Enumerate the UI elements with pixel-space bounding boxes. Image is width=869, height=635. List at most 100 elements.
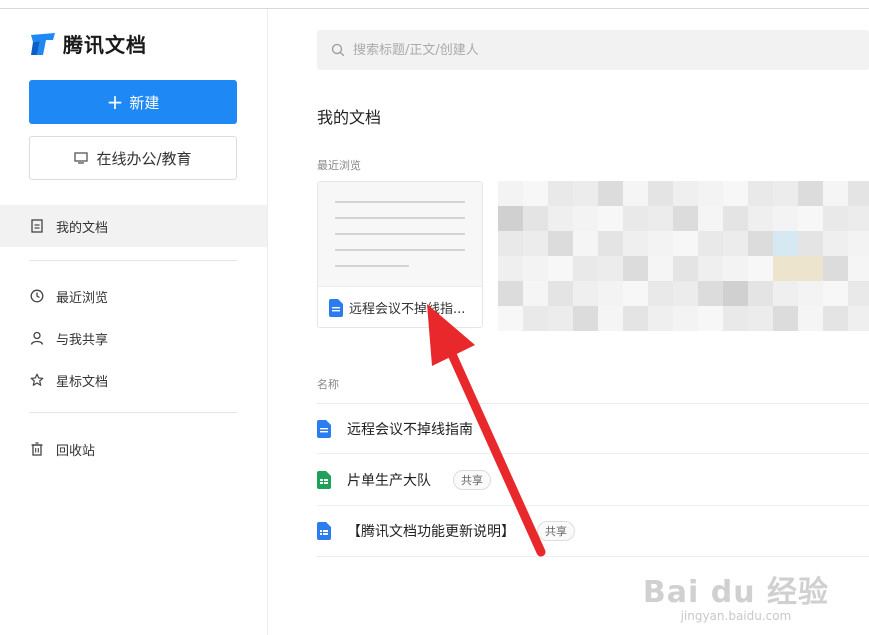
sidebar-item-my-docs[interactable]: 我的文档 [0, 205, 267, 247]
mosaic-tile [698, 306, 723, 331]
user-icon [30, 331, 44, 345]
monitor-icon [74, 152, 89, 164]
mosaic-tile [773, 181, 798, 206]
mosaic-tile [648, 181, 673, 206]
search-icon [331, 43, 345, 57]
search-bar[interactable] [317, 30, 869, 70]
mosaic-tile [498, 281, 523, 306]
shared-badge: 共享 [453, 470, 491, 490]
mosaic-tile [623, 206, 648, 231]
mosaic-tile [648, 306, 673, 331]
tencent-docs-logo-icon [31, 32, 55, 55]
sidebar-item-label: 最近浏览 [56, 290, 109, 306]
mosaic-tile [523, 306, 548, 331]
mosaic-tile [823, 256, 848, 281]
thumbnail-line [335, 265, 409, 267]
new-button-label: 新建 [129, 93, 160, 112]
mosaic-tile [748, 231, 773, 256]
star-icon [30, 373, 44, 386]
mosaic-tile [498, 181, 523, 206]
sidebar-item-recent[interactable]: 最近浏览 [0, 275, 267, 317]
baidu-jingyan-watermark: Bai du 经验 jingyan.baidu.com [643, 567, 829, 623]
sidebar-item-shared[interactable]: 与我共享 [0, 317, 267, 359]
mosaic-tile [573, 306, 598, 331]
mosaic-tile [698, 206, 723, 231]
mosaic-tile [548, 206, 573, 231]
document-icon [31, 219, 43, 233]
mosaic-tile [823, 206, 848, 231]
mosaic-tile [723, 206, 748, 231]
mosaic-tile [698, 231, 723, 256]
sidebar-item-starred[interactable]: 星标文档 [0, 359, 267, 401]
mosaic-tile [748, 181, 773, 206]
sidebar-item-label: 我的文档 [56, 220, 109, 236]
mosaic-tile [673, 281, 698, 306]
mosaic-tile [648, 231, 673, 256]
mosaic-tile [823, 306, 848, 331]
mosaic-tile [673, 306, 698, 331]
doc-name[interactable]: 【腾讯文档功能更新说明】 [347, 521, 515, 541]
doc-list-row[interactable]: 远程会议不掉线指南 [317, 403, 869, 454]
watermark-url: jingyan.baidu.com [680, 609, 792, 623]
sheet-file-icon [317, 471, 331, 489]
mosaic-tile [498, 206, 523, 231]
mosaic-tile [773, 231, 798, 256]
sidebar-item-label: 与我共享 [56, 332, 109, 348]
mosaic-tile [748, 256, 773, 281]
search-input[interactable] [353, 42, 753, 58]
mosaic-tile [598, 306, 623, 331]
mosaic-tile [573, 281, 598, 306]
form-file-icon [317, 522, 331, 540]
mosaic-tile [573, 231, 598, 256]
list-header-name[interactable]: 名称 [317, 376, 339, 392]
mosaic-tile [798, 306, 823, 331]
doc-list-row[interactable]: 【腾讯文档功能更新说明】 共享 [317, 506, 869, 557]
mosaic-tile [648, 206, 673, 231]
thumbnail-line [335, 217, 465, 219]
mosaic-tile [598, 181, 623, 206]
doc-thumbnail [318, 182, 482, 286]
online-office-button[interactable]: 在线办公/教育 [29, 136, 237, 180]
mosaic-tile [573, 181, 598, 206]
mosaic-tile [548, 231, 573, 256]
mosaic-tile [523, 181, 548, 206]
sidebar-item-trash[interactable]: 回收站 [0, 428, 267, 470]
doc-list-row[interactable]: 片单生产大队 共享 [317, 455, 869, 506]
app-logo[interactable]: 腾讯文档 [29, 29, 147, 58]
mosaic-tile [598, 206, 623, 231]
trash-icon [31, 442, 43, 456]
mosaic-tile [848, 206, 869, 231]
mosaic-tile [698, 256, 723, 281]
mosaic-tile [498, 231, 523, 256]
new-button[interactable]: + 新建 [29, 80, 237, 124]
thumbnail-line [335, 201, 465, 203]
mosaic-tile [848, 281, 869, 306]
recent-card-title: 远程会议不掉线指... [349, 302, 466, 317]
mosaic-tile [798, 231, 823, 256]
online-office-label: 在线办公/教育 [96, 149, 192, 168]
recent-doc-card[interactable]: 远程会议不掉线指... [317, 181, 483, 328]
sidebar-item-label: 星标文档 [56, 374, 109, 390]
mosaic-tile [523, 256, 548, 281]
mosaic-tile [673, 206, 698, 231]
mosaic-tile [598, 256, 623, 281]
plus-icon: + [106, 90, 124, 114]
recent-card-caption: 远程会议不掉线指... [318, 286, 482, 327]
mosaic-tile [798, 256, 823, 281]
doc-file-icon [329, 298, 343, 317]
mosaic-tile [598, 231, 623, 256]
mosaic-tile [623, 256, 648, 281]
mosaic-tile [648, 256, 673, 281]
mosaic-tile [523, 231, 548, 256]
thumbnail-line [335, 233, 465, 235]
mosaic-tile [623, 181, 648, 206]
mosaic-tile [623, 306, 648, 331]
mosaic-tile [673, 181, 698, 206]
mosaic-tile [723, 256, 748, 281]
mosaic-tile [823, 281, 848, 306]
mosaic-tile [848, 306, 869, 331]
mosaic-tile [523, 281, 548, 306]
doc-name[interactable]: 片单生产大队 [347, 470, 431, 490]
doc-name[interactable]: 远程会议不掉线指南 [347, 419, 473, 439]
mosaic-tile [773, 256, 798, 281]
